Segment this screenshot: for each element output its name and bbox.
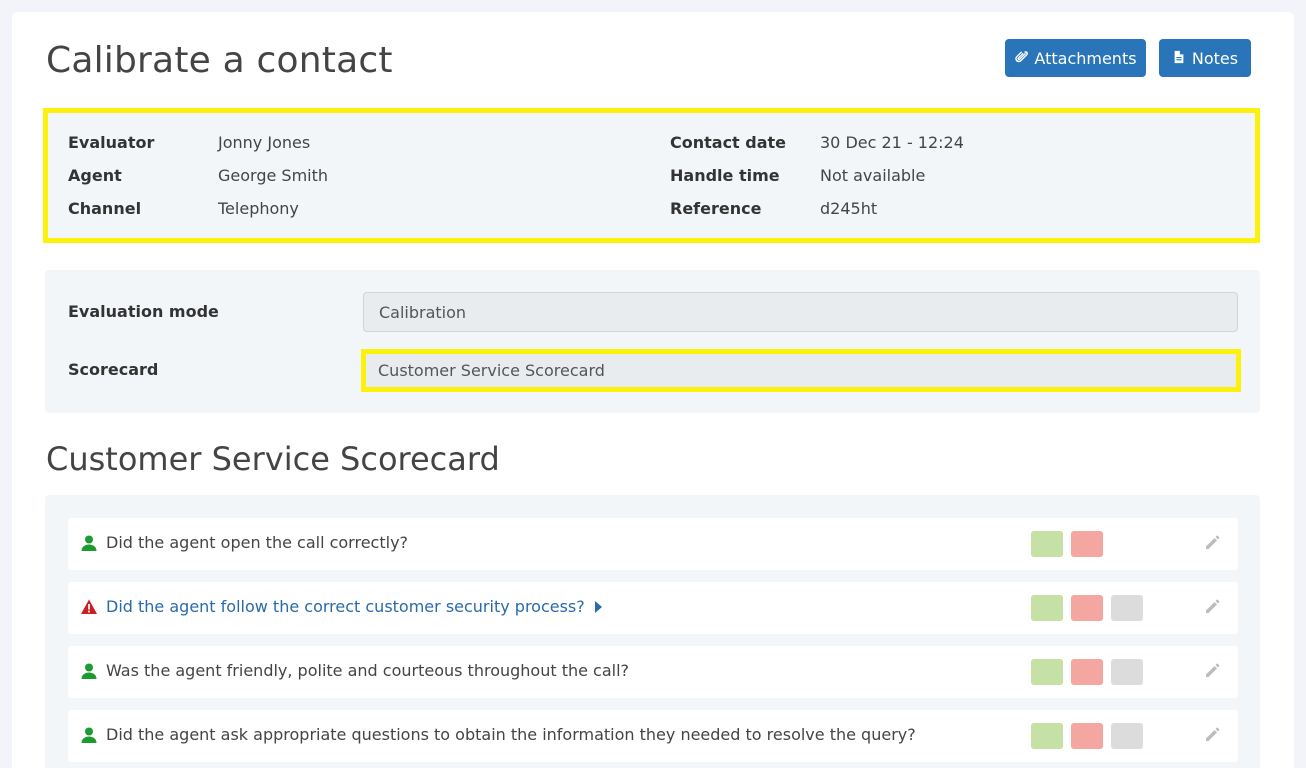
user-icon <box>80 726 98 744</box>
document-icon <box>1172 49 1186 68</box>
answer-no-button[interactable] <box>1071 723 1103 749</box>
answer-yes-button[interactable] <box>1031 659 1063 685</box>
channel-label: Channel <box>68 199 142 218</box>
pencil-icon[interactable] <box>1203 662 1221 680</box>
answer-no-button[interactable] <box>1071 531 1103 557</box>
channel-value: Telephony <box>218 199 299 218</box>
pencil-icon[interactable] <box>1203 726 1221 744</box>
notes-label: Notes <box>1191 48 1239 68</box>
paperclip-icon <box>1014 49 1029 68</box>
evaluation-settings-panel: Evaluation mode Calibration Scorecard Cu… <box>45 270 1260 413</box>
answer-no-button[interactable] <box>1071 659 1103 685</box>
evaluation-mode-label: Evaluation mode <box>68 302 219 321</box>
scorecard-title: Customer Service Scorecard <box>46 440 500 478</box>
evaluator-label: Evaluator <box>68 133 155 152</box>
contact-info-panel: Evaluator Jonny Jones Agent George Smith… <box>43 108 1260 243</box>
warning-icon <box>80 598 98 616</box>
agent-value: George Smith <box>218 166 329 185</box>
question-row: Did the agent follow the correct custome… <box>68 582 1238 634</box>
question-row: Was the agent friendly, polite and court… <box>68 646 1238 698</box>
reference-label: Reference <box>670 199 762 218</box>
handle-time-label: Handle time <box>670 166 780 185</box>
handle-time-value: Not available <box>820 166 926 185</box>
answer-yes-button[interactable] <box>1031 723 1063 749</box>
contact-date-label: Contact date <box>670 133 787 152</box>
answer-yes-button[interactable] <box>1031 595 1063 621</box>
scorecard-field[interactable]: Customer Service Scorecard <box>361 349 1241 392</box>
question-row: Did the agent open the call correctly? <box>68 518 1238 570</box>
evaluation-mode-field[interactable]: Calibration <box>363 292 1238 332</box>
pencil-icon[interactable] <box>1203 598 1221 616</box>
answer-na-button[interactable] <box>1111 595 1143 621</box>
notes-button[interactable]: Notes <box>1159 39 1251 77</box>
question-text: Did the agent ask appropriate questions … <box>106 725 916 744</box>
user-icon <box>80 534 98 552</box>
expand-caret-icon[interactable] <box>595 601 602 613</box>
question-text[interactable]: Did the agent follow the correct custome… <box>106 597 585 616</box>
scorecard-label: Scorecard <box>68 360 159 379</box>
answer-na-button[interactable] <box>1111 659 1143 685</box>
user-icon <box>80 662 98 680</box>
reference-value: d245ht <box>820 199 878 218</box>
question-text: Did the agent open the call correctly? <box>106 533 409 552</box>
agent-label: Agent <box>68 166 122 185</box>
pencil-icon[interactable] <box>1203 534 1221 552</box>
question-row: Did the agent ask appropriate questions … <box>68 710 1238 762</box>
page-title: Calibrate a contact <box>46 40 393 81</box>
answer-yes-button[interactable] <box>1031 531 1063 557</box>
attachments-label: Attachments <box>1034 48 1137 68</box>
answer-no-button[interactable] <box>1071 595 1103 621</box>
answer-na-button[interactable] <box>1111 723 1143 749</box>
contact-date-value: 30 Dec 21 - 12:24 <box>820 133 964 152</box>
evaluator-value: Jonny Jones <box>218 133 311 152</box>
question-text: Was the agent friendly, polite and court… <box>106 661 630 680</box>
attachments-button[interactable]: Attachments <box>1005 39 1146 77</box>
